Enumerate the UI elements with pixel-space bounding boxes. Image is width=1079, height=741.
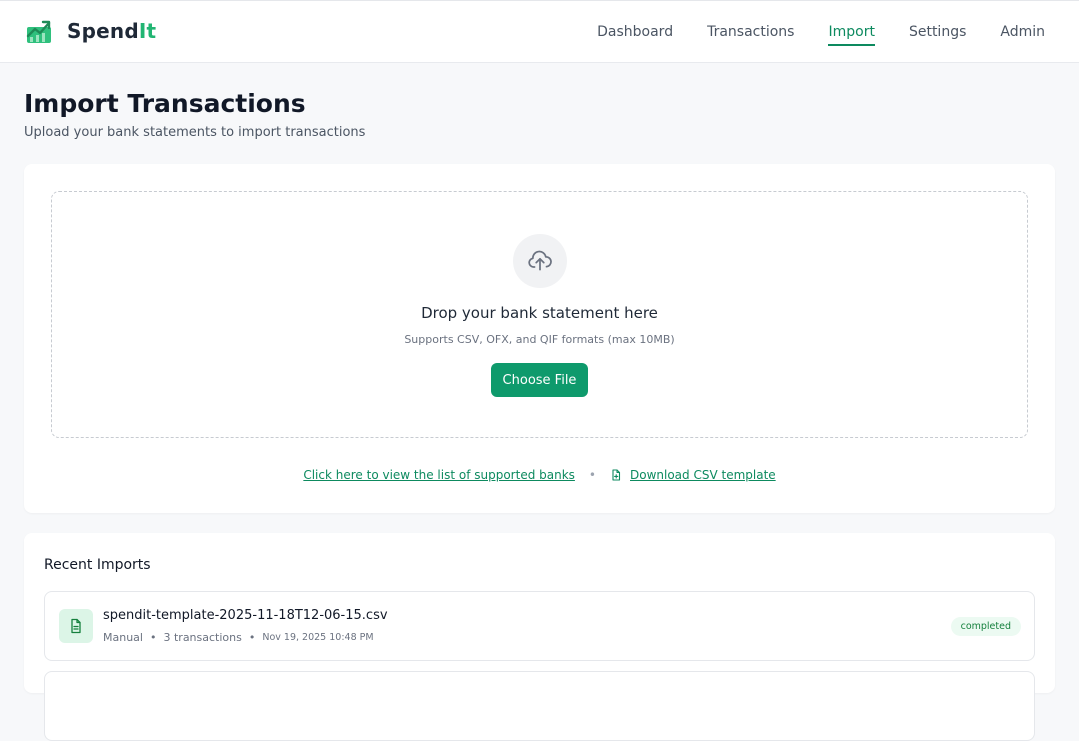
- upload-icon-circle: [513, 234, 567, 288]
- import-source: Manual: [103, 631, 143, 644]
- upload-card: Drop your bank statement here Supports C…: [24, 164, 1055, 513]
- import-date: Nov 19, 2025 10:48 PM: [262, 632, 374, 643]
- status-badge: completed: [950, 617, 1021, 636]
- nav-item-settings[interactable]: Settings: [909, 1, 966, 63]
- main-nav: Dashboard Transactions Import Settings A…: [563, 1, 1045, 63]
- file-text-icon: [71, 618, 81, 634]
- link-separator: •: [588, 468, 596, 482]
- import-meta: Manual • 3 transactions • Nov 19, 2025 1…: [103, 631, 374, 644]
- recent-imports-card: Recent Imports spendit-template-2025-11-…: [24, 533, 1055, 741]
- upload-help-links: Click here to view the list of supported…: [24, 468, 1055, 482]
- meta-separator: •: [248, 631, 256, 644]
- page-title: Import Transactions: [24, 89, 306, 118]
- meta-separator: •: [149, 631, 157, 644]
- nav-item-admin[interactable]: Admin: [1000, 1, 1045, 63]
- recent-imports-title: Recent Imports: [44, 557, 151, 573]
- import-transaction-count: 3 transactions: [163, 631, 242, 644]
- dropzone-subtitle: Supports CSV, OFX, and QIF formats (max …: [404, 333, 675, 346]
- nav-item-dashboard[interactable]: Dashboard: [597, 1, 673, 63]
- app-name: SpendIt: [67, 19, 157, 43]
- import-list-item[interactable]: [44, 671, 1035, 741]
- download-csv-template-link[interactable]: Download CSV template: [630, 468, 776, 482]
- file-dropzone[interactable]: Drop your bank statement here Supports C…: [51, 191, 1028, 438]
- file-badge: [59, 609, 93, 643]
- cloud-upload-icon: [528, 250, 552, 271]
- document-plus-icon: [612, 469, 621, 481]
- import-list-item[interactable]: spendit-template-2025-11-18T12-06-15.csv…: [44, 591, 1035, 661]
- nav-item-transactions[interactable]: Transactions: [707, 1, 794, 63]
- top-navigation-bar: SpendIt Dashboard Transactions Import Se…: [0, 0, 1079, 63]
- trending-chart-icon: [26, 20, 51, 43]
- dropzone-title: Drop your bank statement here: [421, 304, 658, 322]
- supported-banks-link[interactable]: Click here to view the list of supported…: [303, 468, 575, 482]
- import-file-name: spendit-template-2025-11-18T12-06-15.csv: [103, 608, 388, 623]
- app-logo[interactable]: SpendIt: [26, 18, 156, 44]
- nav-item-import[interactable]: Import: [828, 1, 876, 63]
- choose-file-button[interactable]: Choose File: [491, 363, 588, 397]
- page-subtitle: Upload your bank statements to import tr…: [24, 125, 366, 140]
